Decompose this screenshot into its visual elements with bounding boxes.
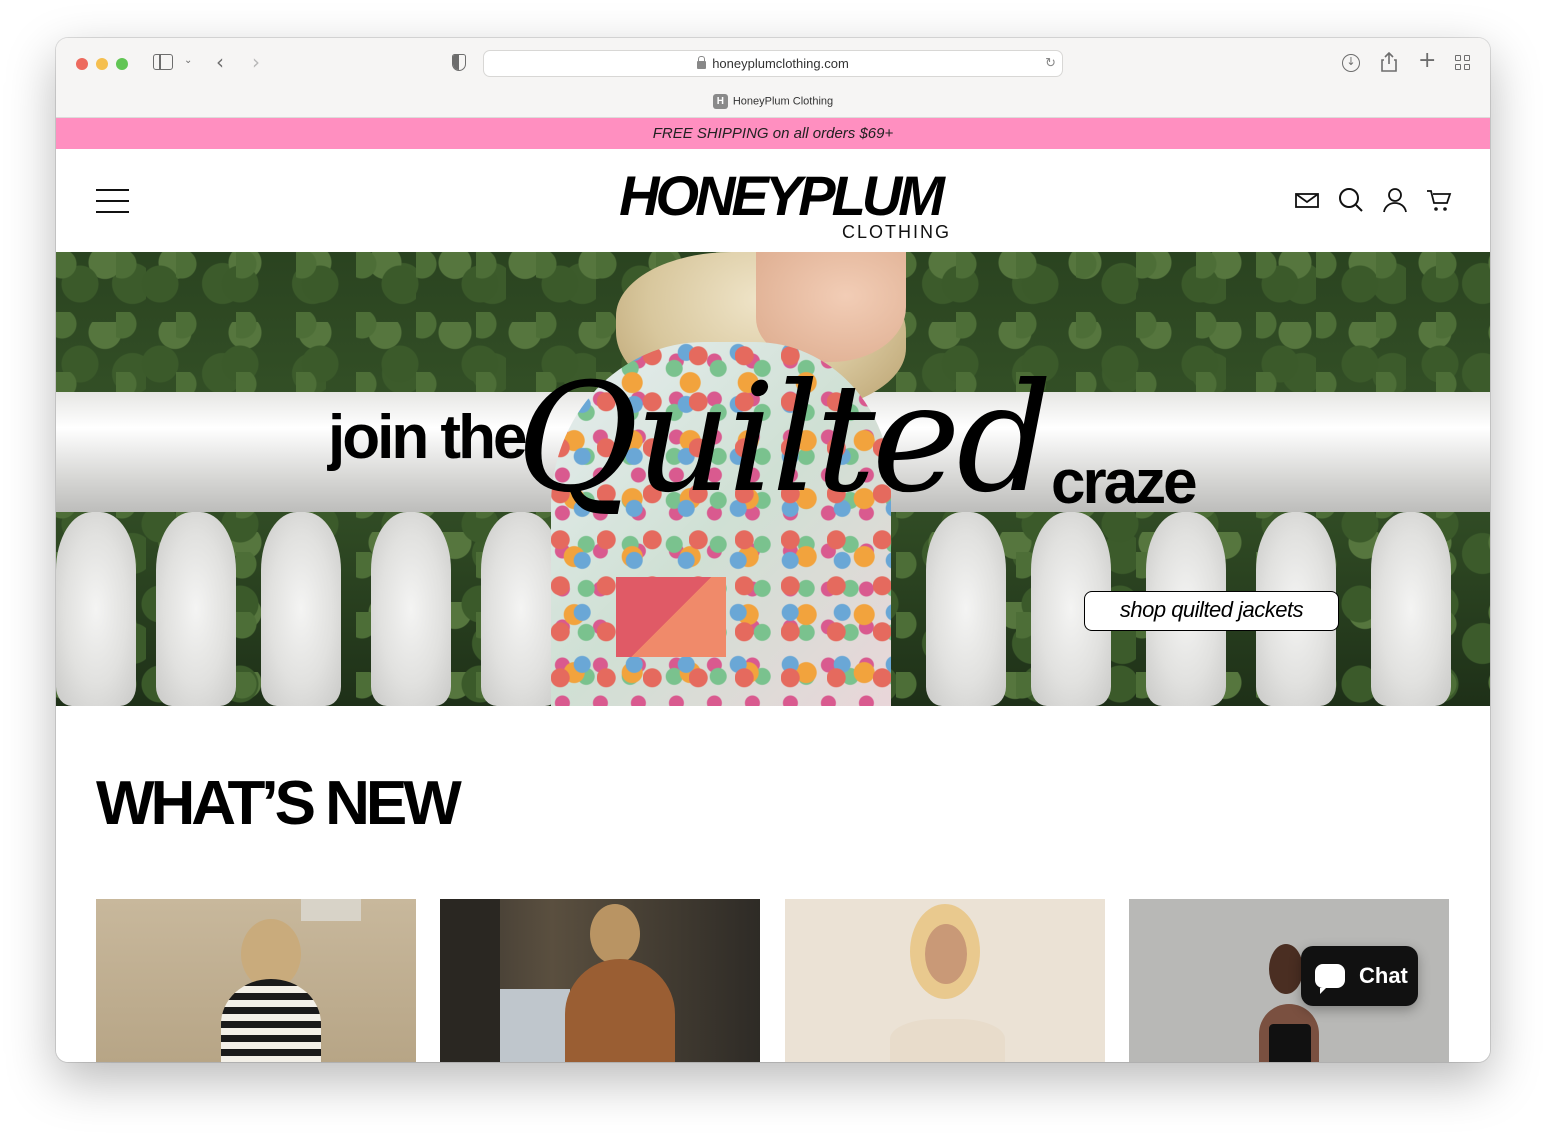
forward-button[interactable]: › (252, 50, 260, 74)
site-header: HONEYPLUM CLOTHING (56, 149, 1490, 252)
chat-label: Chat (1359, 963, 1408, 988)
hero-banner[interactable]: join the Quilted craze shop quilted jack… (56, 252, 1490, 706)
minimize-window-button[interactable] (96, 58, 108, 70)
hero-jacket-patch (616, 577, 726, 657)
browser-window: ⌄ ‹ › honeyplumclothing.com ↻ ↓ + H Honey… (56, 38, 1490, 1062)
hero-headline-script: Quilted (516, 352, 1053, 526)
site-logo[interactable]: HONEYPLUM (56, 163, 1490, 228)
close-window-button[interactable] (76, 58, 88, 70)
header-actions (1294, 187, 1452, 213)
reload-icon[interactable]: ↻ (1045, 51, 1056, 76)
share-icon[interactable] (1381, 51, 1397, 77)
back-button[interactable]: ‹ (216, 50, 224, 74)
chat-bubble-icon (1315, 964, 1345, 994)
account-icon[interactable] (1382, 187, 1408, 213)
browser-toolbar: ⌄ ‹ › honeyplumclothing.com ↻ ↓ + H Honey… (56, 38, 1490, 118)
favicon: H (712, 94, 728, 109)
hero-headline-join: join the (328, 403, 527, 472)
lock-icon (697, 56, 707, 69)
cart-icon[interactable] (1426, 187, 1452, 213)
new-tab-icon[interactable]: + (1418, 48, 1436, 73)
section-title-whats-new: WHAT’S NEW (96, 769, 462, 838)
tab-title[interactable]: H HoneyPlum Clothing (56, 94, 1490, 109)
shop-quilted-jackets-button[interactable]: shop quilted jackets (1084, 591, 1339, 631)
download-icon[interactable]: ↓ (1342, 54, 1360, 72)
privacy-shield-icon[interactable] (452, 54, 466, 71)
zoom-window-button[interactable] (116, 58, 128, 70)
address-bar[interactable]: honeyplumclothing.com ↻ (483, 50, 1063, 77)
product-card[interactable] (440, 899, 760, 1062)
chat-button[interactable]: Chat (1301, 946, 1418, 1006)
tab-title-text: HoneyPlum Clothing (732, 95, 834, 108)
product-card[interactable] (96, 899, 416, 1062)
sidebar-toggle-icon[interactable] (153, 54, 173, 70)
product-card[interactable] (785, 899, 1105, 1062)
chevron-down-icon[interactable]: ⌄ (184, 55, 192, 66)
product-grid (96, 899, 1450, 1062)
mail-icon[interactable] (1294, 187, 1320, 213)
web-page: FREE SHIPPING on all orders $69+ HONEYPL… (56, 118, 1490, 1062)
tab-overview-icon[interactable] (1455, 55, 1471, 71)
promo-banner[interactable]: FREE SHIPPING on all orders $69+ (56, 118, 1490, 149)
search-icon[interactable] (1338, 187, 1364, 213)
url-text: honeyplumclothing.com (712, 56, 849, 71)
hero-headline-craze: craze (1051, 448, 1198, 517)
site-logo-subtitle: CLOTHING (842, 222, 952, 242)
